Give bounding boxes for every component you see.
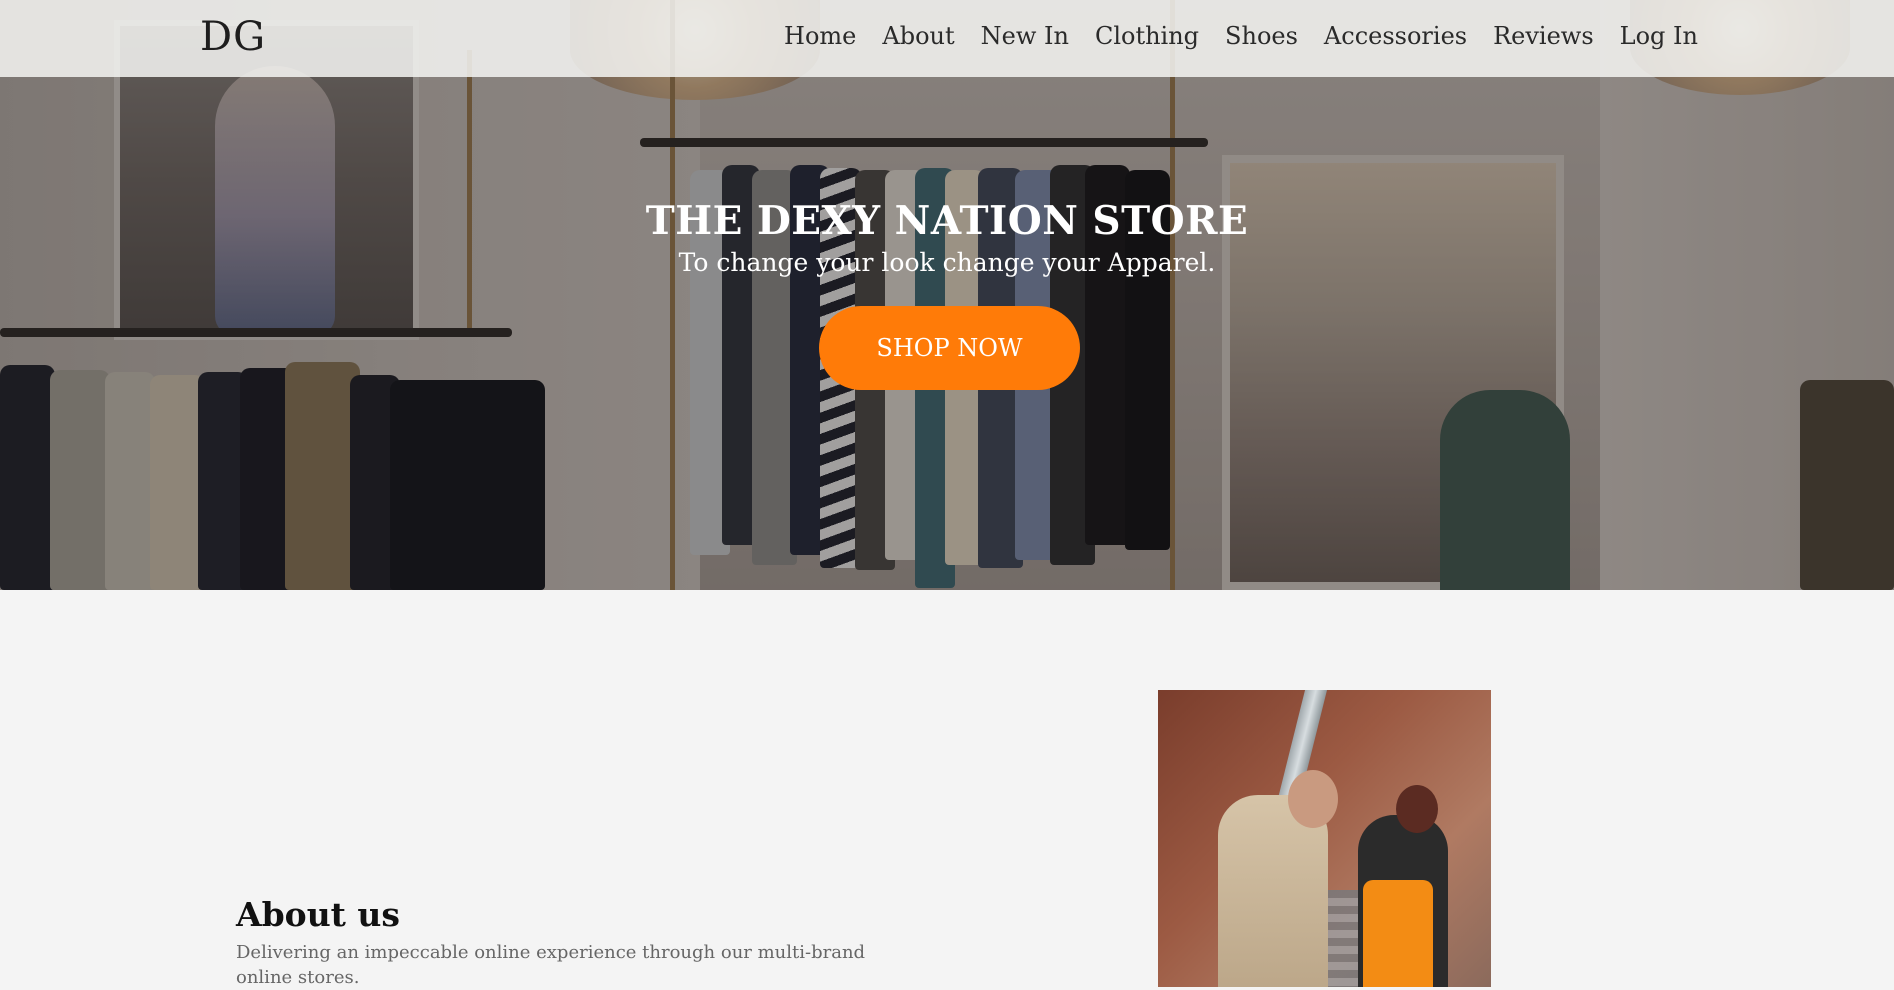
- navbar: DG Home About New In Clothing Shoes Acce…: [0, 0, 1894, 77]
- nav-link-clothing[interactable]: Clothing: [1095, 22, 1199, 50]
- nav-link-new-in[interactable]: New In: [981, 22, 1069, 50]
- hero-overlay: [0, 0, 1894, 590]
- about-heading: About us: [236, 895, 400, 934]
- hero-subtitle: To change your look change your Apparel.: [678, 248, 1216, 277]
- shop-now-button[interactable]: SHOP NOW: [819, 306, 1080, 390]
- nav-link-home[interactable]: Home: [784, 22, 856, 50]
- about-description: Delivering an impeccable online experien…: [236, 942, 866, 988]
- nav-link-accessories[interactable]: Accessories: [1324, 22, 1467, 50]
- nav-link-shoes[interactable]: Shoes: [1225, 22, 1298, 50]
- hero-title: THE DEXY NATION STORE: [645, 198, 1249, 244]
- nav-link-about[interactable]: About: [882, 22, 954, 50]
- nav-link-log-in[interactable]: Log In: [1620, 22, 1698, 50]
- photo-person-head: [1396, 785, 1438, 833]
- about-photo: [1158, 690, 1491, 987]
- nav-link-reviews[interactable]: Reviews: [1493, 22, 1594, 50]
- photo-person-orange-pants: [1363, 880, 1433, 987]
- site-logo[interactable]: DG: [200, 14, 266, 60]
- photo-person-head: [1288, 770, 1338, 828]
- nav-menu: Home About New In Clothing Shoes Accesso…: [784, 22, 1698, 50]
- hero-banner: THE DEXY NATION STORE To change your loo…: [0, 0, 1894, 590]
